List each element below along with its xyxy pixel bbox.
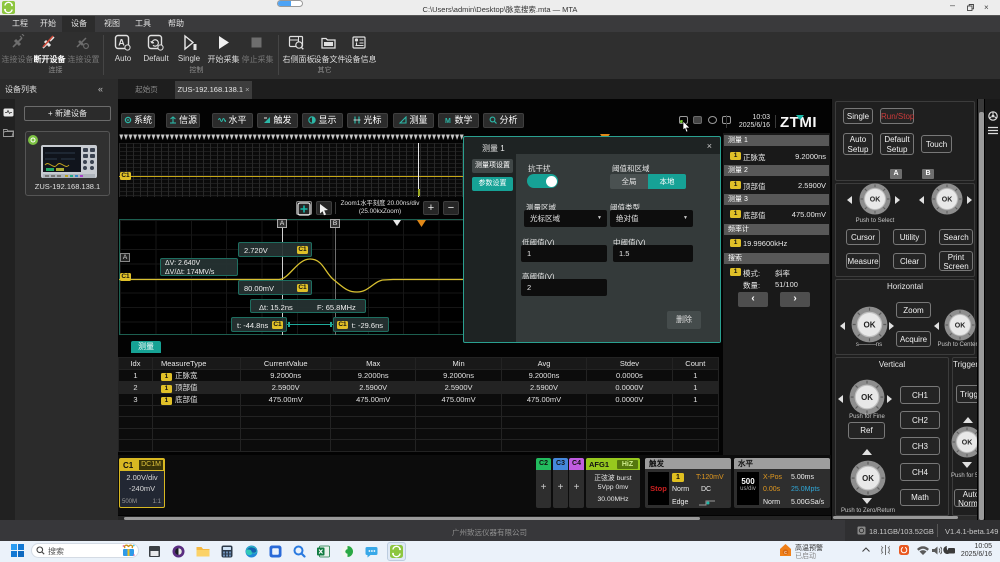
svg-text:A: A — [118, 38, 125, 48]
svg-text:M: M — [445, 118, 451, 124]
